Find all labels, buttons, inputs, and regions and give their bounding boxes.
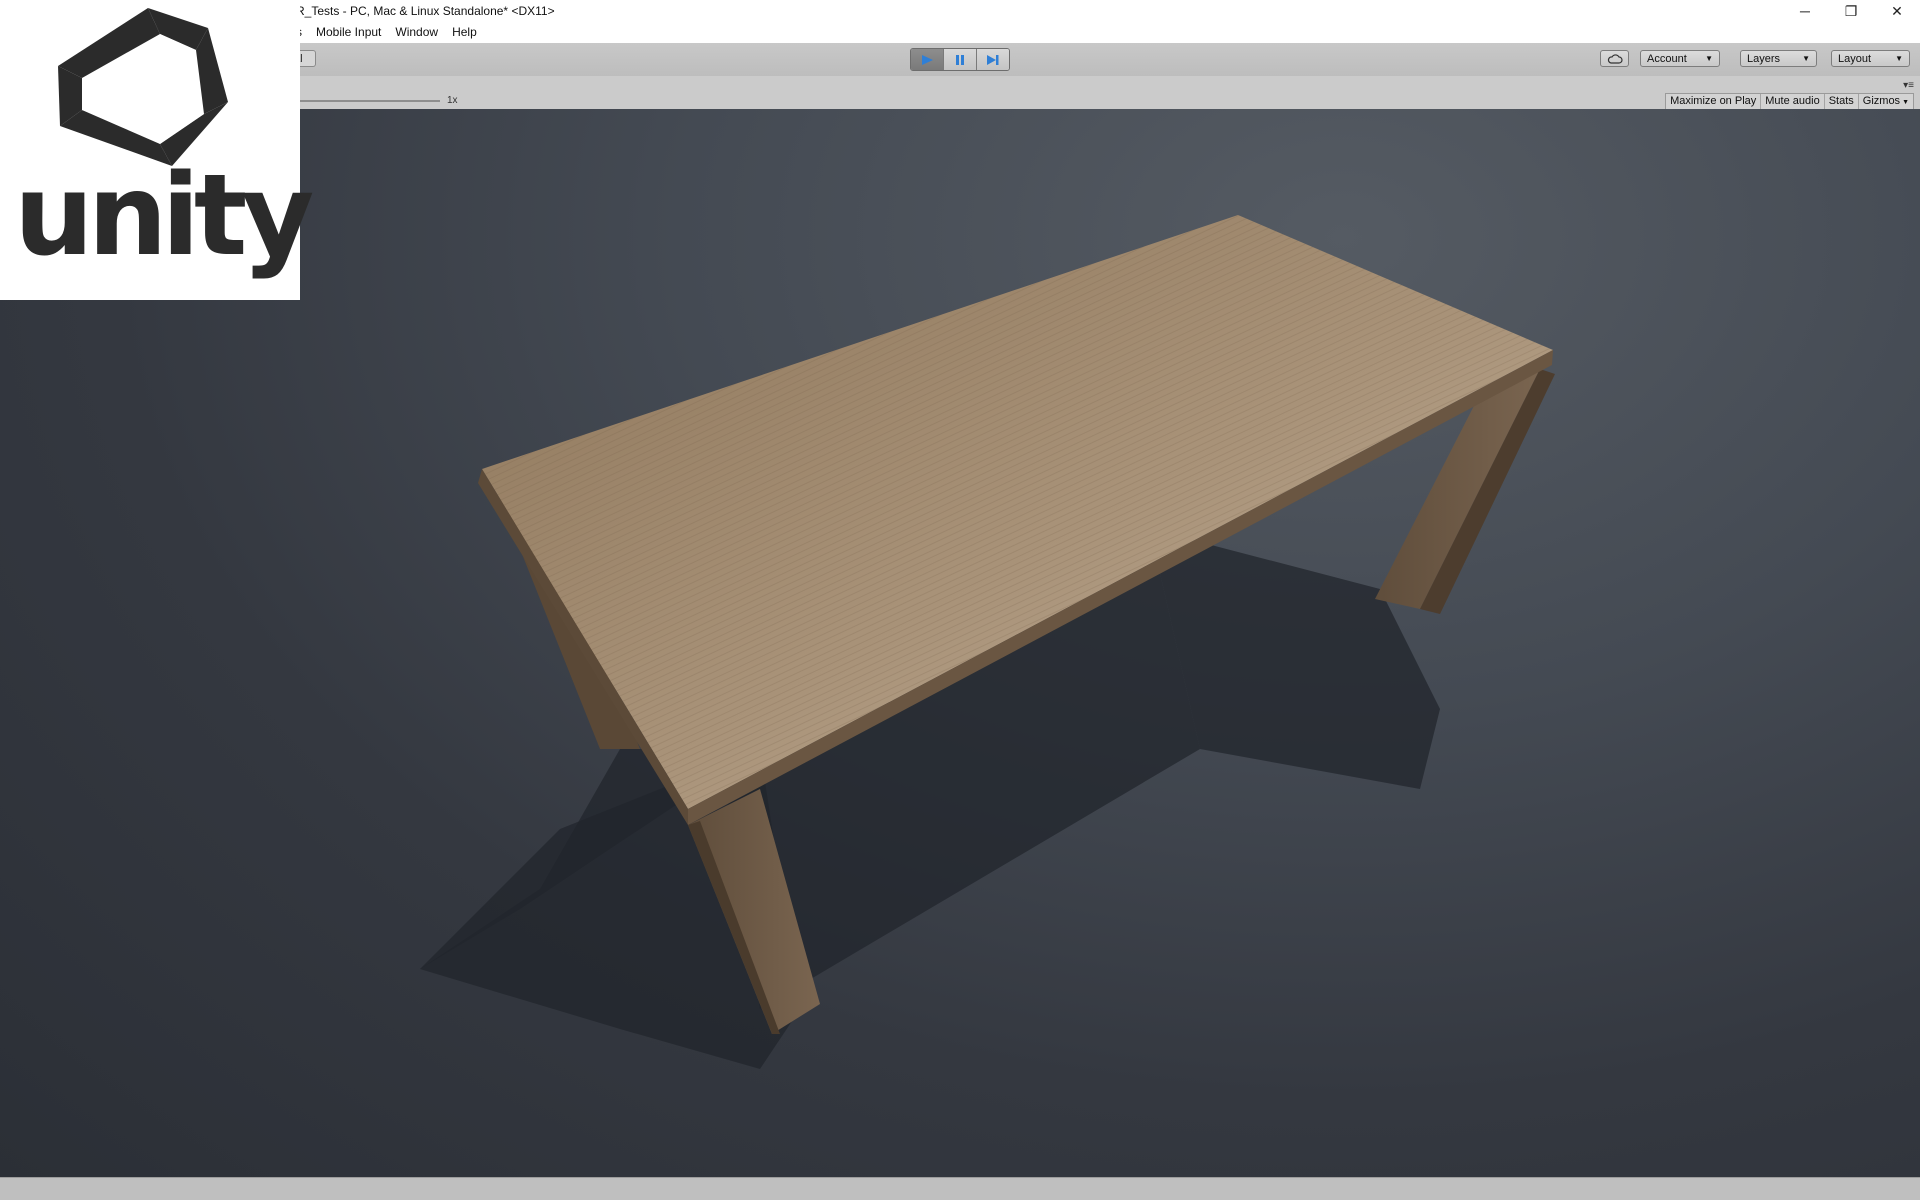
account-dropdown[interactable]: Account ▼ (1640, 50, 1720, 67)
layers-label: Layers (1747, 52, 1781, 65)
play-button[interactable] (911, 49, 944, 70)
chevron-down-icon: ▼ (1802, 54, 1810, 63)
cloud-icon (1607, 53, 1623, 64)
menu-item-mobile-input[interactable]: Mobile Input (309, 25, 388, 39)
window-controls: ─ ❐ ✕ (1782, 0, 1920, 22)
unity-cube-icon (58, 8, 228, 166)
unity-editor-window: R_Tests - PC, Mac & Linux Standalone* <D… (0, 0, 1920, 1200)
gizmos-label: Gizmos (1862, 95, 1901, 107)
chevron-down-icon: ▼ (1895, 54, 1903, 63)
step-icon (987, 54, 999, 65)
menu-item-help[interactable]: Help (445, 25, 484, 39)
playback-controls (910, 48, 1010, 71)
unity-logo-text: unity (14, 151, 314, 281)
step-button[interactable] (977, 49, 1009, 70)
play-icon (922, 54, 933, 65)
layout-dropdown[interactable]: Layout ▼ (1831, 50, 1910, 67)
layout-label: Layout (1838, 52, 1872, 65)
tab-menu-icon[interactable]: ▾≡ (1903, 80, 1914, 91)
close-button[interactable]: ✕ (1874, 0, 1920, 22)
status-bar (0, 1177, 1920, 1200)
layers-dropdown[interactable]: Layers ▼ (1740, 50, 1817, 67)
unity-logo: unity (0, 0, 314, 300)
mute-audio-toggle[interactable]: Mute audio (1761, 94, 1825, 109)
minimize-button[interactable]: ─ (1782, 0, 1828, 22)
gizmos-dropdown[interactable]: Gizmos ▼ (1859, 94, 1913, 109)
restore-button[interactable]: ❐ (1828, 0, 1874, 22)
chevron-down-icon: ▼ (1902, 99, 1909, 106)
account-label: Account (1647, 52, 1687, 65)
stats-toggle[interactable]: Stats (1825, 94, 1859, 109)
game-view-options: Maximize on Play Mute audio Stats Gizmos… (1665, 93, 1914, 110)
menu-item-window[interactable]: Window (388, 25, 445, 39)
pause-button[interactable] (944, 49, 977, 70)
scale-value: 1x (447, 95, 458, 106)
maximize-on-play-toggle[interactable]: Maximize on Play (1666, 94, 1762, 109)
collab-cloud-button[interactable] (1600, 50, 1629, 67)
scale-slider[interactable] (300, 100, 440, 102)
menu-items: s Mobile Input Window Help (296, 25, 484, 39)
pause-icon (956, 54, 964, 65)
chevron-down-icon: ▼ (1705, 54, 1713, 63)
window-title: R_Tests - PC, Mac & Linux Standalone* <D… (296, 4, 555, 18)
